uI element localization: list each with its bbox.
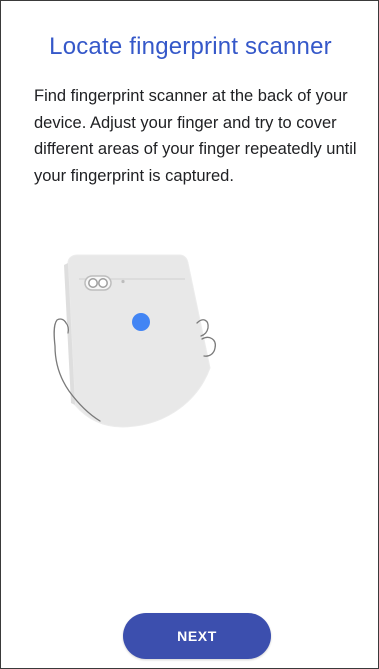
screen-frame: Locate fingerprint scanner Find fingerpr… — [0, 0, 379, 669]
page-title: Locate fingerprint scanner — [49, 33, 332, 60]
instructions-text: Find fingerprint scanner at the back of … — [34, 87, 357, 185]
next-button[interactable]: NEXT — [123, 613, 271, 659]
phone-back-fingerprint-illustration — [53, 254, 216, 428]
fingerprint-sensor-dot — [132, 313, 150, 331]
